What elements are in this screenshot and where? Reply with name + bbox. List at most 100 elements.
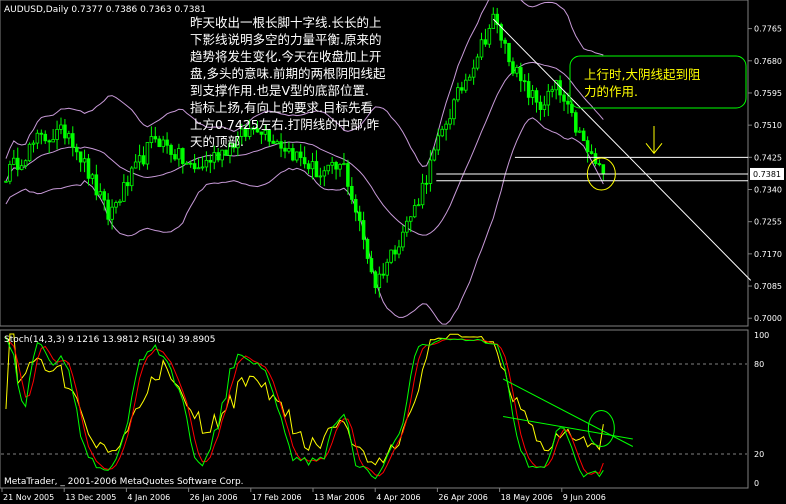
- candle-body: [106, 199, 110, 220]
- candle-body: [589, 151, 594, 155]
- date-axis: 21 Nov 2005 13 Dec 2005 4 Jan 2006 26 Jan 2…: [1, 488, 606, 502]
- candle-body: [452, 99, 456, 120]
- candle-body: [479, 39, 484, 58]
- candle-body: [184, 162, 189, 165]
- candle-body: [408, 216, 413, 222]
- candle-body: [141, 155, 146, 165]
- candle-body: [204, 159, 209, 168]
- candle-body: [74, 146, 79, 153]
- candle-body: [15, 157, 20, 170]
- candle-body: [98, 191, 103, 196]
- price-tick-label: 0.7000: [754, 314, 782, 323]
- candle-body: [196, 167, 201, 170]
- candle-body: [416, 204, 421, 207]
- candle-body: [8, 164, 12, 182]
- chart-header: AUDUSD,Daily 0.7377 0.7386 0.7363 0.7381: [4, 5, 206, 15]
- candle-body: [346, 163, 350, 187]
- candle-body: [334, 161, 338, 170]
- candle-body: [538, 101, 543, 110]
- resistance-note: 上行时,大阴线起到阻 力的作用.: [584, 67, 701, 99]
- candle-body: [118, 200, 122, 203]
- candle-body: [47, 140, 51, 143]
- candle-body: [432, 149, 437, 161]
- candle-body: [192, 163, 197, 170]
- candle-body: [487, 28, 492, 45]
- date-tick-label: 21 Nov 2005: [3, 493, 54, 502]
- candle-body: [12, 157, 16, 165]
- candle-body: [43, 133, 48, 142]
- candle-body: [412, 205, 417, 218]
- candle-body: [82, 158, 87, 163]
- price-tick-label: 0.7765: [754, 25, 782, 34]
- candle-body: [306, 163, 311, 170]
- candle-body: [357, 211, 362, 221]
- candle-body: [71, 133, 75, 148]
- date-tick-label: 18 May 2006: [501, 493, 553, 502]
- candle-body: [220, 149, 224, 161]
- candle-body: [295, 151, 299, 161]
- candle-body: [534, 90, 539, 103]
- candle-body: [51, 139, 55, 143]
- candle-body: [122, 182, 126, 202]
- price-tick-label: 0.7680: [754, 57, 782, 66]
- indicator-header: Stoch(14,3,3) 9.1216 13.9812 RSI(14) 39.…: [4, 335, 216, 345]
- candle-body: [405, 220, 409, 233]
- candle-body: [511, 61, 515, 74]
- candle-body: [361, 220, 366, 240]
- candle-body: [385, 261, 389, 276]
- candle-body: [519, 67, 523, 82]
- candle-body: [177, 148, 181, 160]
- price-tick-label: 0.7085: [754, 282, 782, 291]
- candle-body: [460, 87, 464, 91]
- candle-body: [353, 199, 358, 213]
- candle-body: [291, 148, 295, 161]
- indicator-tick-label: 20: [754, 450, 764, 459]
- candle-body: [365, 239, 370, 259]
- candle-body: [19, 165, 24, 170]
- candle-body: [522, 80, 527, 83]
- candle-body: [90, 174, 95, 179]
- candle-body: [31, 142, 36, 145]
- candle-body: [181, 148, 185, 165]
- candle-body: [338, 164, 342, 170]
- candle-body: [530, 90, 535, 98]
- candle-body: [597, 163, 602, 166]
- candle-body: [153, 136, 158, 140]
- candle-body: [94, 174, 99, 196]
- candle-body: [63, 124, 67, 139]
- candle-body: [389, 249, 393, 263]
- candle-body: [464, 79, 468, 91]
- candle-body: [526, 81, 531, 98]
- candle-body: [581, 130, 586, 142]
- candle-body: [350, 185, 354, 200]
- candle-body: [55, 128, 59, 140]
- candle-body: [503, 39, 507, 44]
- date-tick-label: 13 Mar 2006: [314, 493, 365, 502]
- candle-body: [200, 166, 205, 169]
- candle-body: [574, 112, 578, 133]
- current-price-label: 0.7381: [753, 170, 781, 179]
- candle-body: [102, 191, 106, 201]
- date-tick-label: 4 Apr 2006: [376, 493, 420, 502]
- date-tick-label: 13 Dec 2005: [65, 493, 116, 502]
- footer-copyright: MetaTrader, _ 2001-2006 MetaQuotes Softw…: [4, 477, 244, 487]
- candle-body: [157, 138, 161, 148]
- candle-body: [39, 132, 44, 135]
- price-tick-label: 0.7255: [754, 218, 782, 227]
- date-tick-label: 4 Jan 2006: [127, 493, 170, 502]
- price-tick-label: 0.7595: [754, 89, 782, 98]
- candle-body: [566, 100, 570, 105]
- analysis-note: 昨天收出一根长脚十字线.长长的上 下影线说明多空的力量平衡.原来的 趋势将发生变…: [190, 15, 386, 149]
- price-tick-label: 0.7340: [754, 186, 782, 195]
- candle-body: [377, 273, 382, 288]
- candle-body: [302, 157, 307, 165]
- candle-body: [59, 124, 63, 130]
- candle-body: [491, 13, 496, 29]
- candle-body: [216, 152, 220, 161]
- candle-body: [208, 159, 213, 163]
- candle-body: [78, 151, 83, 163]
- current-price-marker: 0.7381: [750, 167, 784, 180]
- indicator-tick-label: 100: [754, 331, 769, 340]
- candle-body: [562, 94, 566, 102]
- candle-body: [467, 76, 472, 81]
